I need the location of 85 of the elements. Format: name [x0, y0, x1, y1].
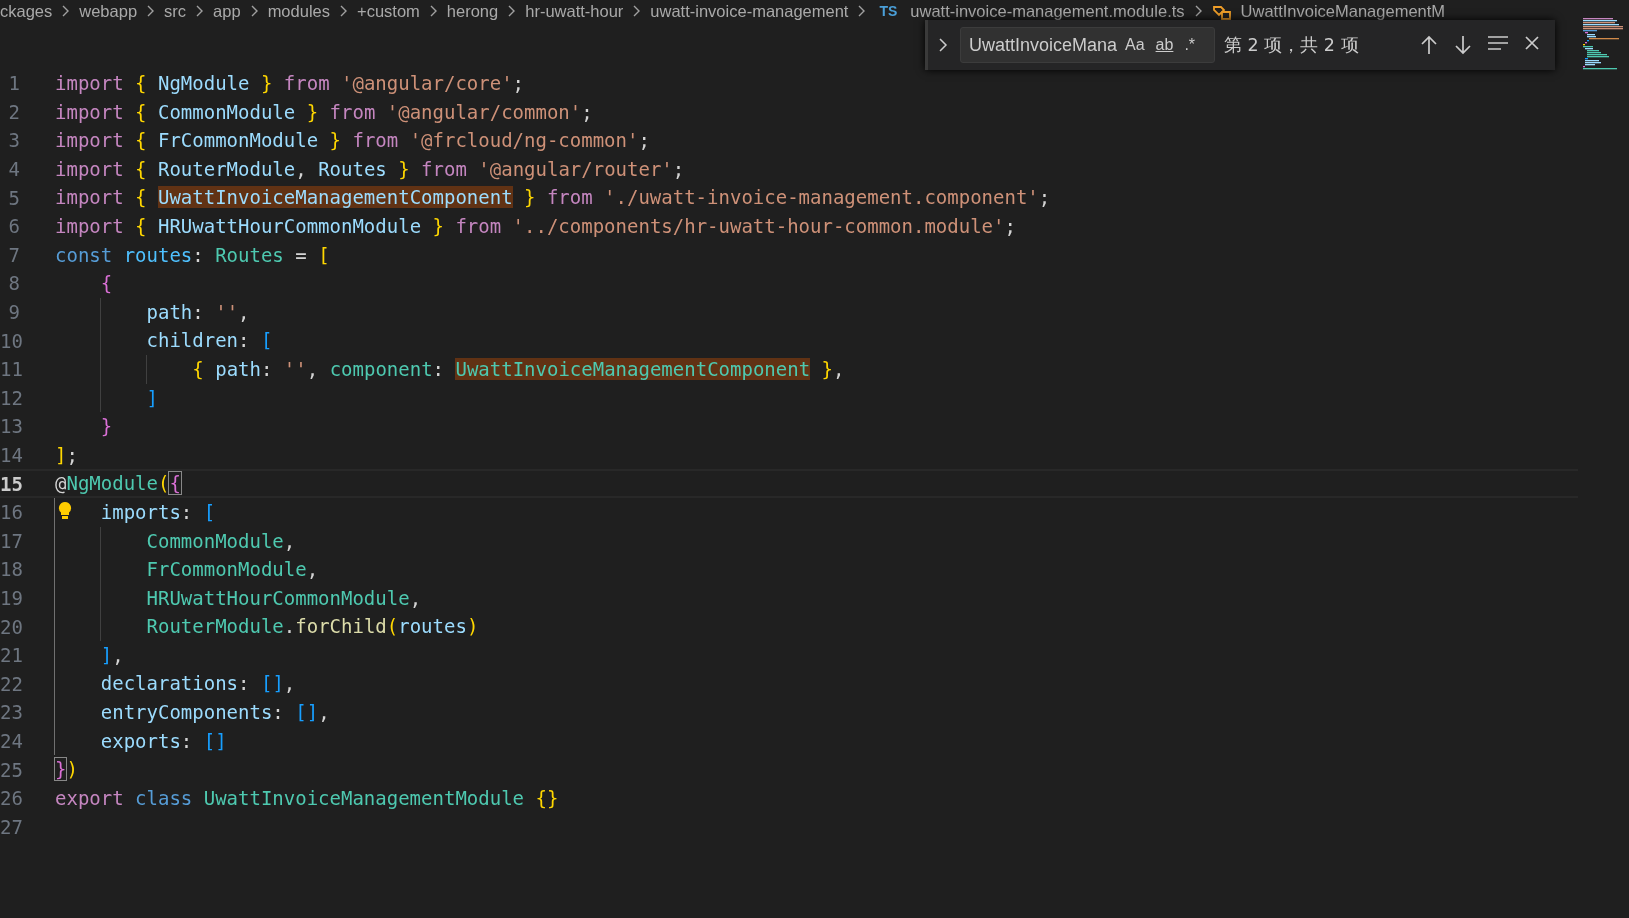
breadcrumb-item[interactable]: src: [164, 1, 187, 21]
line-number: 21: [0, 644, 20, 667]
line-number: 19: [0, 587, 20, 609]
arrow-down-icon: [1453, 34, 1473, 56]
line-number: 1: [7, 72, 20, 95]
code-line: exports: []: [55, 726, 227, 756]
line-number: 5: [7, 186, 20, 209]
line-number: 8: [7, 272, 20, 295]
line-number: 13: [0, 415, 20, 438]
line-number: 16: [0, 501, 20, 524]
code-line: const routes: Routes = [: [55, 242, 330, 268]
close-icon: [1523, 34, 1541, 52]
code-line: ];: [55, 442, 78, 468]
code-line: { path: '', component: UwattInvoiceManagementComponent },: [55, 354, 845, 384]
code-line: CommonModule,: [55, 526, 296, 556]
code-line: import { RouterModule, Routes } from '@angular/router';: [55, 156, 685, 182]
code-line: import { NgModule } from '@angular/core';: [55, 71, 525, 96]
chevron-icon: [428, 4, 438, 18]
breadcrumb-item[interactable]: UwattInvoiceManagementM: [1240, 1, 1446, 21]
chevron-icon: [339, 4, 348, 18]
chevron-icon: [195, 4, 205, 18]
chevron-right-icon: [938, 37, 948, 53]
line-number: 2: [7, 100, 20, 123]
code-line: path: '',: [55, 297, 250, 327]
chevron-icon: [61, 4, 71, 18]
line-number: 7: [7, 243, 20, 266]
line-number: 12: [0, 386, 20, 409]
line-number: 27: [0, 815, 20, 838]
code-line: ]: [55, 383, 158, 413]
breadcrumb-item[interactable]: uwatt-invoice-management: [650, 1, 849, 21]
line-number: 9: [7, 301, 20, 324]
code-line: import { HRUwattHourCommonModule } from '../components/hr-uwatt-hour-common.module';: [55, 213, 1016, 239]
match-count: 第 2 项，共 2 项: [1224, 34, 1359, 57]
arrow-up-icon: [1419, 34, 1439, 56]
file-type-label: TS: [878, 3, 899, 19]
line-number: 18: [0, 558, 20, 581]
code-line: {: [99, 271, 113, 297]
breadcrumb-item[interactable]: ckages: [0, 1, 53, 21]
code-line: }): [55, 757, 78, 783]
line-number: 15: [0, 472, 20, 495]
search-option-toggle[interactable]: Aa: [1121, 34, 1149, 56]
breadcrumb-item[interactable]: uwatt-invoice-management.module.ts: [910, 1, 1185, 21]
code-line: import { FrCommonModule } from '@frcloud/ng-common';: [55, 128, 650, 154]
lightbulb-icon[interactable]: [58, 500, 72, 521]
line-number: 22: [0, 672, 20, 695]
chevron-icon: [632, 4, 642, 18]
search-option-toggle[interactable]: ab: [1151, 34, 1178, 56]
search-option-toggle[interactable]: .*: [1180, 34, 1200, 56]
chevron-icon: [249, 4, 259, 18]
lines-icon: [1487, 34, 1509, 52]
code-line: export class UwattInvoiceManagementModule {}: [55, 785, 559, 811]
line-number: 11: [0, 358, 20, 381]
code-line: ],: [55, 640, 124, 670]
chevron-icon: [1193, 4, 1203, 18]
code-line: entryComponents: [],: [55, 698, 330, 727]
code-line: }: [99, 414, 113, 440]
find-field[interactable]: UwattInvoiceMana Aa ab .*: [960, 27, 1215, 63]
breadcrumb-item[interactable]: app: [213, 1, 241, 21]
chevron-icon: [507, 4, 517, 18]
line-number: 26: [0, 787, 20, 810]
line-number: 20: [0, 615, 20, 638]
code-line: children: [: [55, 326, 273, 355]
breadcrumb-item[interactable]: webapp: [79, 1, 138, 21]
line-number: 25: [0, 758, 20, 781]
code-line: HRUwattHourCommonModule,: [55, 583, 422, 613]
line-number: 6: [7, 215, 20, 238]
breadcrumb-item[interactable]: hr-uwatt-hour: [525, 1, 624, 21]
code-line: FrCommonModule,: [55, 555, 319, 584]
code-line: declarations: [],: [55, 669, 296, 699]
breadcrumb-item[interactable]: +custom: [357, 1, 420, 21]
line-number: 14: [0, 444, 20, 466]
code-line: RouterModule.forChild(routes): [55, 612, 479, 641]
code-line: @NgModule({: [55, 471, 181, 497]
line-number: 23: [0, 701, 20, 724]
chevron-icon: [146, 4, 156, 18]
chevron-icon: [857, 4, 867, 18]
breadcrumb-item[interactable]: modules: [267, 1, 330, 21]
line-number: 10: [0, 329, 20, 352]
code-line: import { UwattInvoiceManagementComponent } from './uwatt-invoice-management.component';: [55, 185, 1051, 211]
line-number: 3: [7, 129, 20, 152]
code-line: import { CommonModule } from '@angular/common';: [55, 99, 593, 125]
line-number: 24: [0, 729, 20, 752]
line-number: 17: [0, 529, 20, 552]
line-number: 4: [7, 158, 20, 181]
breadcrumb-item[interactable]: herong: [446, 1, 499, 21]
